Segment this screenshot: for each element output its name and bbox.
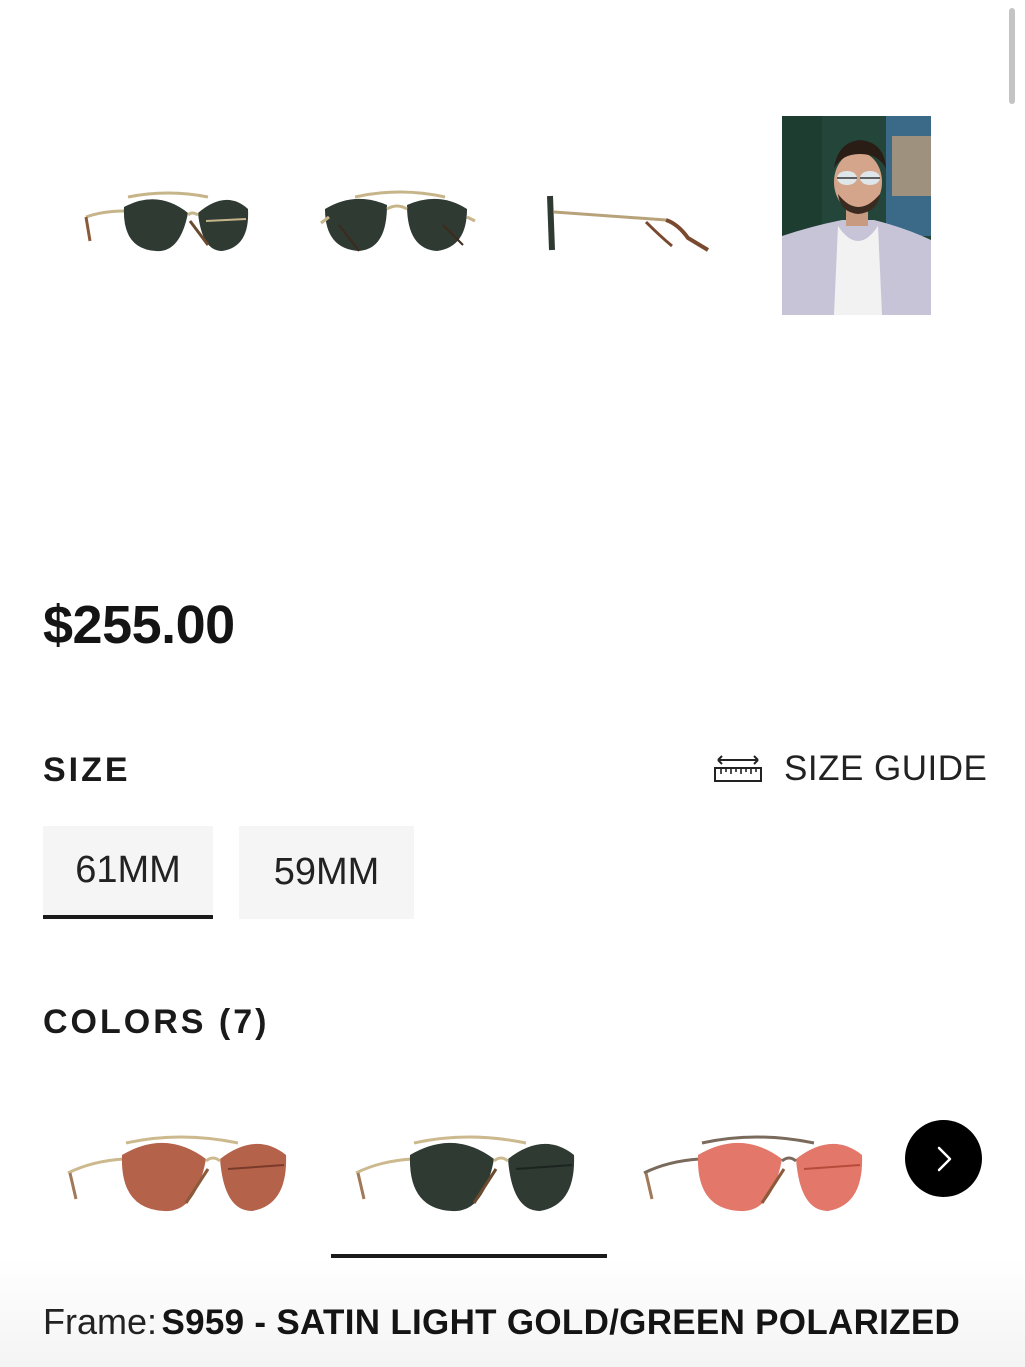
size-option-61mm[interactable]: 61MM bbox=[43, 826, 213, 919]
sunglasses-brown-lens-image bbox=[67, 1135, 287, 1212]
color-swatch-rose[interactable] bbox=[638, 1115, 874, 1225]
sunglasses-side-image bbox=[547, 195, 710, 252]
gallery-thumbnail-model-photo[interactable] bbox=[782, 116, 931, 315]
size-option-label: 59MM bbox=[273, 851, 380, 893]
size-guide-label: SIZE GUIDE bbox=[784, 749, 988, 788]
model-wearing-sunglasses-image bbox=[782, 116, 931, 315]
chevron-right-icon bbox=[937, 1146, 951, 1171]
gallery-thumbnail-side[interactable] bbox=[538, 182, 718, 262]
gallery-thumbnail-front[interactable] bbox=[78, 175, 258, 265]
colors-next-button[interactable] bbox=[905, 1120, 982, 1197]
size-heading: SIZE bbox=[43, 751, 131, 789]
sunglasses-green-lens-image bbox=[355, 1135, 575, 1212]
frame-value: S959 - SATIN LIGHT GOLD/GREEN POLARIZED bbox=[161, 1303, 961, 1342]
size-option-label: 61MM bbox=[75, 849, 181, 891]
color-swatch-green[interactable] bbox=[350, 1115, 586, 1225]
ruler-icon bbox=[714, 755, 762, 782]
frame-info: Frame: S959 - SATIN LIGHT GOLD/GREEN POL… bbox=[43, 1300, 960, 1352]
size-option-59mm[interactable]: 59MM bbox=[239, 826, 414, 919]
page-scrollbar[interactable] bbox=[1009, 8, 1015, 104]
product-price: $255.00 bbox=[43, 595, 235, 655]
colors-heading: COLORS (7) bbox=[43, 1003, 270, 1041]
frame-label: Frame: bbox=[43, 1301, 158, 1342]
color-swatch-brown[interactable] bbox=[62, 1115, 298, 1225]
sunglasses-angled-image bbox=[320, 190, 476, 252]
gallery-thumbnail-angled[interactable] bbox=[315, 175, 480, 265]
sunglasses-rose-lens-image bbox=[643, 1135, 863, 1212]
sunglasses-front-image bbox=[84, 191, 249, 252]
size-guide-link[interactable]: SIZE GUIDE bbox=[712, 748, 987, 790]
